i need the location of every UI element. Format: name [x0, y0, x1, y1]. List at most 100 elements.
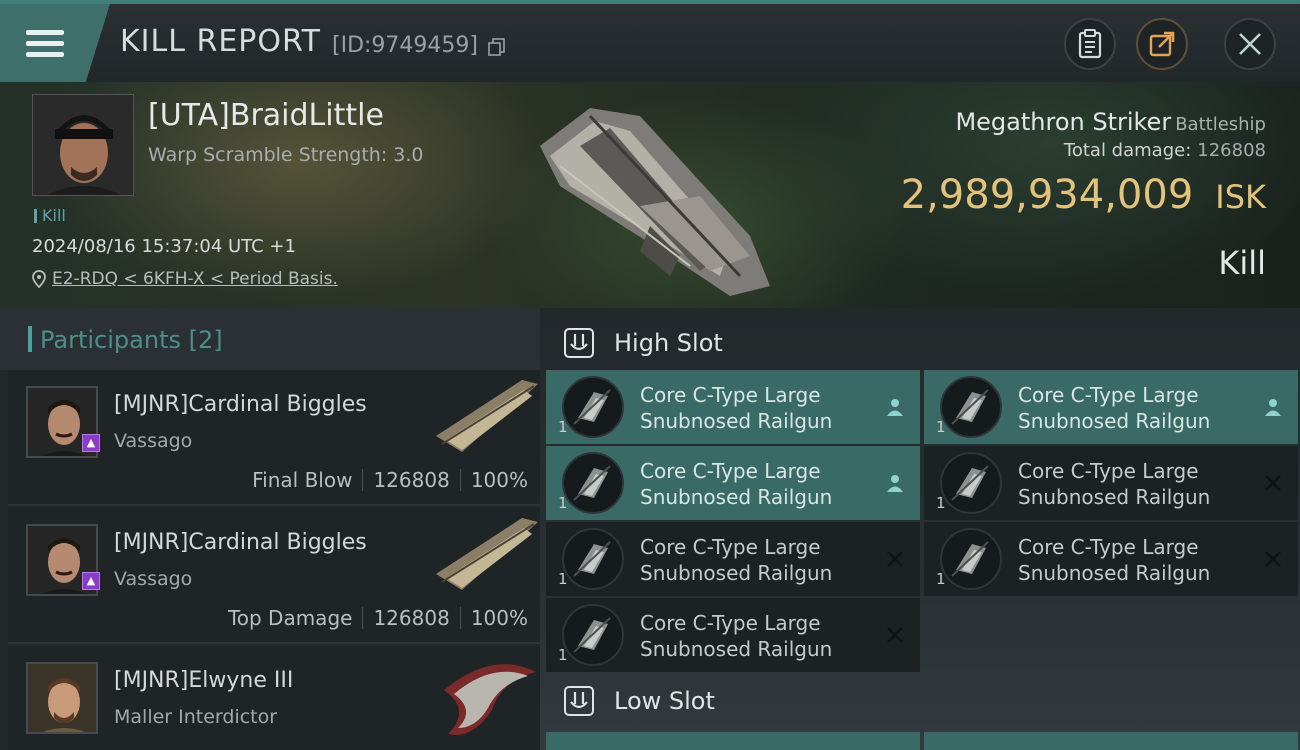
person-icon [887, 399, 903, 416]
participant-role: Top Damage [227, 606, 353, 630]
kill-timestamp: 2024/08/16 15:37:04 UTC +1 [32, 236, 296, 257]
report-id: [ID:9749459] [332, 33, 478, 58]
participant-name[interactable]: [MJNR]Cardinal Biggles [114, 392, 367, 417]
module-name-line1: Core C-Type Large [1018, 459, 1199, 483]
x-icon [1265, 475, 1281, 491]
module-quantity: 1 [558, 646, 568, 664]
close-icon [1239, 33, 1261, 55]
divider [362, 469, 364, 491]
low-slot-icon [564, 686, 594, 716]
clipboard-icon [1078, 29, 1102, 59]
person-icon [887, 475, 903, 492]
module-name-line2: Snubnosed Railgun [640, 561, 833, 585]
participant-percent: 100% [470, 606, 528, 630]
hamburger-menu-icon [26, 28, 64, 58]
ship-name[interactable]: Megathron Striker [955, 108, 1171, 136]
victim-portrait[interactable] [32, 94, 134, 196]
warp-scramble-strength: Warp Scramble Strength: 3.0 [148, 144, 424, 166]
module-slot[interactable]: 1 Core C-Type Large Snubnosed Railgun [924, 446, 1298, 520]
participant-damage: 126808 [373, 606, 450, 630]
module-quantity: 1 [936, 418, 946, 436]
participant-ship: Vassago [114, 568, 193, 590]
participant-row[interactable]: ▲ [MJNR]Cardinal Biggles Vassago Top Dam… [8, 508, 540, 644]
ship-name-line: Megathron Striker Battleship [955, 108, 1266, 136]
menu-button[interactable] [0, 4, 110, 82]
module-slot[interactable]: 1 Core C-Type Large Snubnosed Railgun [546, 598, 920, 672]
participant-role: Final Blow [252, 468, 353, 492]
participant-name[interactable]: [MJNR]Cardinal Biggles [114, 530, 367, 555]
pilot-portrait-image [33, 95, 133, 195]
module-name-line1: Core C-Type Large [640, 459, 821, 483]
module-name: Core C-Type Large Snubnosed Railgun [640, 382, 880, 434]
x-icon [1265, 551, 1281, 567]
module-slot[interactable] [924, 732, 1298, 750]
corp-badge-icon: ▲ [82, 434, 100, 452]
module-slot[interactable] [546, 732, 920, 750]
railgun-icon [562, 604, 624, 666]
notes-button[interactable] [1064, 18, 1116, 70]
ship-class: Battleship [1175, 114, 1266, 135]
corp-badge-icon: ▲ [82, 572, 100, 590]
participant-stats: Top Damage 126808 100% [228, 606, 528, 630]
module-slot[interactable]: 1 Core C-Type Large Snubnosed Railgun [924, 522, 1298, 596]
module-quantity: 1 [558, 570, 568, 588]
high-slot-header: High Slot [540, 312, 1300, 374]
participant-avatar [26, 662, 98, 734]
module-name-line2: Snubnosed Railgun [640, 409, 833, 433]
module-quantity: 1 [558, 494, 568, 512]
isk-value: 2,989,934,009 [900, 172, 1194, 218]
module-name: Core C-Type Large Snubnosed Railgun [1018, 458, 1258, 510]
close-button[interactable] [1224, 18, 1276, 70]
participant-damage: 126808 [373, 468, 450, 492]
result-label: Kill [1218, 244, 1266, 282]
isk-value-line: 2,989,934,009 ISK [901, 172, 1266, 218]
participants-title: Participants [2] [40, 326, 223, 354]
module-name-line1: Core C-Type Large [1018, 383, 1199, 407]
participant-ship: Vassago [114, 430, 193, 452]
location-text: E2-RDQ < 6KFH-X < Period Basis. [52, 269, 338, 289]
x-icon [887, 627, 903, 643]
participant-percent: 100% [470, 468, 528, 492]
high-slot-title: High Slot [614, 329, 723, 357]
victim-ship-image [540, 108, 770, 296]
module-name: Core C-Type Large Snubnosed Railgun [640, 458, 880, 510]
copy-icon[interactable] [488, 38, 506, 56]
total-damage-line: Total damage: 126808 [1064, 140, 1266, 161]
divider [459, 607, 461, 629]
module-name-line2: Snubnosed Railgun [1018, 409, 1211, 433]
module-quantity: 1 [936, 570, 946, 588]
top-bar: KILL REPORT [ID:9749459] [0, 0, 1300, 82]
participant-name[interactable]: [MJNR]Elwyne III [114, 668, 293, 693]
share-button[interactable] [1136, 18, 1188, 70]
top-accent-line [0, 0, 1300, 4]
module-name: Core C-Type Large Snubnosed Railgun [1018, 382, 1258, 434]
participant-ship-image [436, 518, 538, 590]
participants-panel: Participants [2] ▲ [MJNR]Cardinal Biggle… [0, 308, 540, 750]
divider [362, 607, 364, 629]
page-title: KILL REPORT [120, 24, 321, 59]
module-slot[interactable]: 1 Core C-Type Large Snubnosed Railgun [546, 522, 920, 596]
victim-name[interactable]: [UTA]BraidLittle [148, 98, 384, 133]
participant-row[interactable]: ▲ [MJNR]Cardinal Biggles Vassago Final B… [8, 370, 540, 506]
module-slot[interactable]: 1 Core C-Type Large Snubnosed Railgun [546, 370, 920, 444]
module-name: Core C-Type Large Snubnosed Railgun [640, 534, 880, 586]
total-damage-value: 126808 [1197, 140, 1266, 161]
pilot-portrait-image [28, 664, 96, 732]
low-slot-header: Low Slot [540, 670, 1300, 732]
module-quantity: 1 [936, 494, 946, 512]
participant-ship: Maller Interdictor [114, 706, 278, 728]
railgun-icon [562, 528, 624, 590]
module-slot[interactable]: 1 Core C-Type Large Snubnosed Railgun [546, 446, 920, 520]
module-name-line2: Snubnosed Railgun [640, 637, 833, 661]
module-slot[interactable]: 1 Core C-Type Large Snubnosed Railgun [924, 370, 1298, 444]
participant-ship-image [444, 664, 536, 735]
participant-ship-image [436, 380, 538, 452]
participants-header-bar [28, 326, 32, 352]
kill-location-link[interactable]: E2-RDQ < 6KFH-X < Period Basis. [32, 269, 338, 289]
module-name-line1: Core C-Type Large [640, 611, 821, 635]
module-name-line2: Snubnosed Railgun [1018, 561, 1211, 585]
participant-row[interactable]: [MJNR]Elwyne III Maller Interdictor [8, 646, 540, 750]
railgun-icon [562, 376, 624, 438]
module-name-line1: Core C-Type Large [640, 383, 821, 407]
person-icon [1265, 399, 1281, 416]
